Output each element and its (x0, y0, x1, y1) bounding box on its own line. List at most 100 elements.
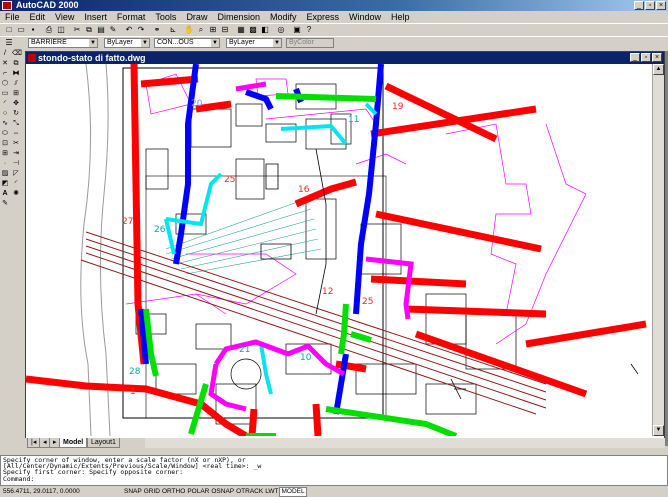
menu-draw[interactable]: Draw (181, 11, 212, 23)
text-icon[interactable]: A (1, 190, 9, 198)
zoom-previous-icon[interactable]: ⊟ (220, 25, 230, 35)
lwt-toggle[interactable]: LWT (264, 487, 279, 497)
layer-icon[interactable]: ▣ (292, 25, 302, 35)
layer-dropdown[interactable]: BARRIERE ▼ (28, 38, 98, 48)
zoom-window-icon[interactable]: ⊞ (208, 25, 218, 35)
fillet-icon[interactable]: ◜ (12, 180, 20, 188)
properties-icon[interactable]: ▦ (236, 25, 246, 35)
cut-icon[interactable]: ✂ (72, 25, 82, 35)
menu-help[interactable]: Help (386, 11, 415, 23)
undo-icon[interactable]: ↶ (124, 25, 134, 35)
hyperlink-icon[interactable]: ⚭ (152, 25, 162, 35)
menu-dimension[interactable]: Dimension (212, 11, 265, 23)
model-toggle[interactable]: MODEL (279, 487, 307, 497)
layers-icon[interactable]: ☰ (4, 38, 14, 48)
preview-icon[interactable]: ◫ (56, 25, 66, 35)
insert-block-icon[interactable]: ⊡ (1, 140, 9, 148)
drawing-canvas[interactable]: 26 25 20 16 28 21 11 10 19 1 25 12 27 (26, 64, 652, 436)
match-properties-icon[interactable]: ✎ (108, 25, 118, 35)
region-icon[interactable]: ◩ (1, 180, 9, 188)
save-icon[interactable]: ▪ (28, 25, 38, 35)
array-icon[interactable]: ⊞ (12, 90, 20, 98)
plotstyle-dropdown[interactable]: ByColor (286, 38, 334, 48)
lineweight-dropdown[interactable]: ByLayer ▼ (226, 38, 282, 48)
ucs-icon[interactable]: ⊾ (168, 25, 178, 35)
trim-icon[interactable]: ✂ (12, 140, 20, 148)
scroll-down-icon[interactable]: ▼ (653, 425, 664, 436)
stretch-icon[interactable]: ⇔ (12, 130, 20, 138)
drawing-restore-button[interactable]: ▫ (641, 53, 651, 62)
open-icon[interactable]: ▭ (16, 25, 26, 35)
command-window[interactable]: Specify corner of window, enter a scale … (0, 455, 668, 486)
polyline-icon[interactable]: ⌐ (1, 70, 9, 78)
polar-toggle[interactable]: POLAR (186, 487, 210, 497)
menu-window[interactable]: Window (344, 11, 386, 23)
design-center-icon[interactable]: ▩ (248, 25, 258, 35)
point-icon[interactable]: · (1, 160, 9, 168)
spline-icon[interactable]: ∿ (1, 120, 9, 128)
line-icon[interactable]: / (1, 50, 9, 58)
command-prompt[interactable]: Command: (3, 475, 665, 482)
menu-edit[interactable]: Edit (25, 11, 51, 23)
web-icon[interactable]: ◎ (276, 25, 286, 35)
tab-model[interactable]: Model (59, 438, 88, 448)
menu-view[interactable]: View (50, 11, 79, 23)
make-block-icon[interactable]: ⊞ (1, 150, 9, 158)
extend-icon[interactable]: ⇥ (12, 150, 20, 158)
drawing-minimize-button[interactable]: _ (630, 53, 640, 62)
layer-dropdown-value: BARRIERE (31, 39, 67, 46)
menu-tools[interactable]: Tools (150, 11, 181, 23)
erase-icon[interactable]: ⌫ (12, 50, 22, 58)
chevron-down-icon: ▼ (141, 39, 149, 47)
arc-icon[interactable]: ◜ (1, 100, 9, 108)
otrack-toggle[interactable]: OTRACK (235, 487, 264, 497)
rectangle-icon[interactable]: ▭ (1, 90, 9, 98)
linetype-dropdown[interactable]: CON...OUS ▼ (154, 38, 220, 48)
menu-file[interactable]: File (0, 11, 25, 23)
modify-icon[interactable]: ✎ (1, 200, 9, 208)
vertical-scrollbar[interactable]: ▲ ▼ (652, 64, 664, 436)
new-icon[interactable]: □ (4, 25, 14, 35)
construction-line-icon[interactable]: ✕ (1, 60, 9, 68)
color-dropdown[interactable]: ByLayer ▼ (104, 38, 150, 48)
chevron-down-icon: ▼ (211, 39, 219, 47)
mirror-icon[interactable]: ⧓ (12, 70, 20, 78)
print-icon[interactable]: ⎙ (44, 25, 54, 35)
paste-icon[interactable]: ▤ (96, 25, 106, 35)
object-properties-toolbar: ☰ BARRIERE ▼ ByLayer ▼ CON...OUS ▼ ByLay… (0, 36, 668, 48)
pan-icon[interactable]: ✋ (184, 25, 194, 35)
redo-icon[interactable]: ↷ (136, 25, 146, 35)
copy-object-icon[interactable]: ⧉ (12, 60, 20, 68)
menu-express[interactable]: Express (302, 11, 345, 23)
polygon-icon[interactable]: ⬡ (1, 80, 9, 88)
help-icon[interactable]: ? (304, 25, 314, 35)
ortho-toggle[interactable]: ORTHO (161, 487, 186, 497)
drawing-close-button[interactable]: × (652, 53, 662, 62)
grid-toggle[interactable]: GRID (143, 487, 161, 497)
tab-layout1[interactable]: Layout1 (87, 438, 120, 448)
zoom-realtime-icon[interactable]: ⌕ (196, 25, 206, 35)
menu-insert[interactable]: Insert (79, 11, 112, 23)
snap-toggle[interactable]: SNAP (123, 487, 143, 497)
move-icon[interactable]: ✥ (12, 100, 20, 108)
offset-icon[interactable]: ⫽ (12, 80, 20, 88)
scroll-up-icon[interactable]: ▲ (653, 64, 664, 75)
chamfer-icon[interactable]: ◸ (12, 170, 20, 178)
break-icon[interactable]: ⊣ (12, 160, 20, 168)
block-icon[interactable]: ◧ (260, 25, 270, 35)
menu-modify[interactable]: Modify (265, 11, 302, 23)
horizontal-scrollbar[interactable] (145, 438, 665, 448)
hatch-icon[interactable]: ▨ (1, 170, 9, 178)
circle-icon[interactable]: ○ (1, 110, 9, 118)
minimize-button[interactable]: _ (634, 1, 644, 10)
rotate-icon[interactable]: ↻ (12, 110, 20, 118)
close-button[interactable]: × (656, 1, 666, 10)
explode-icon[interactable]: ✺ (12, 190, 20, 198)
menu-format[interactable]: Format (112, 11, 151, 23)
scale-icon[interactable]: ⤡ (12, 120, 20, 128)
restore-button[interactable]: ▫ (645, 1, 655, 10)
osnap-toggle[interactable]: OSNAP (210, 487, 235, 497)
ellipse-icon[interactable]: ⬭ (1, 130, 9, 138)
autocad-app-icon[interactable] (2, 1, 12, 10)
copy-icon[interactable]: ⧉ (84, 25, 94, 35)
